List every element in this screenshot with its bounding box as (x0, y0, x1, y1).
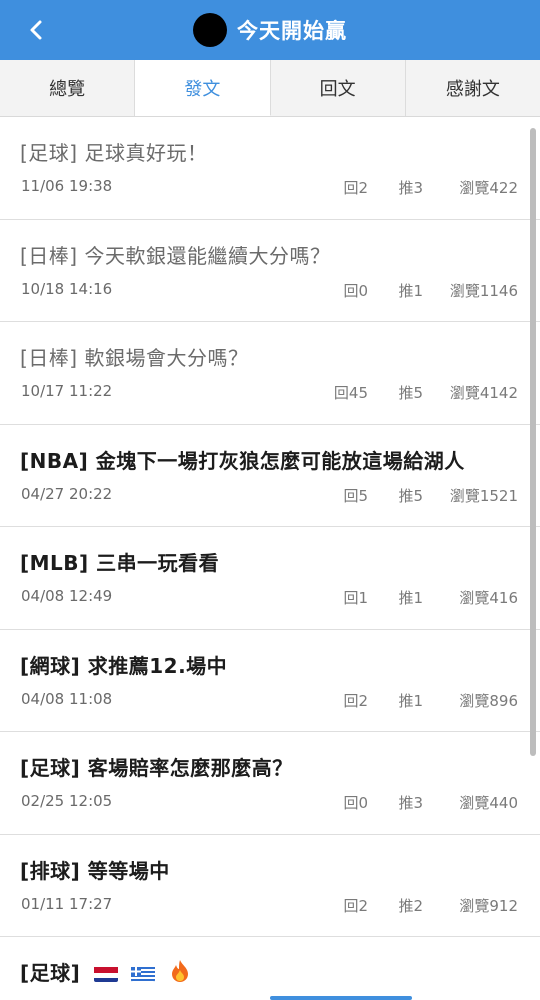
post-date: 11/06 19:38 (21, 177, 113, 195)
list-item[interactable]: [網球] 求推薦12.場中 04/08 11:08 回2 推1 瀏覽896 (0, 630, 540, 732)
post-title: [排球] 等等場中 (20, 858, 170, 883)
tab-overview[interactable]: 總覽 (0, 60, 136, 116)
reply-count: 回2 (343, 179, 368, 197)
post-title: [NBA] 金塊下一場打灰狼怎麼可能放這場給湖人 (20, 448, 465, 473)
post-stats: 回1 推1 瀏覽416 (320, 587, 518, 608)
post-date: 01/11 17:27 (21, 894, 113, 913)
like-count: 推2 (398, 896, 423, 915)
list-item[interactable]: [日棒] 軟銀場會大分嗎？ 10/17 11:22 回45 推5 瀏覽4142 (0, 322, 540, 425)
view-count: 瀏覽896 (459, 691, 518, 710)
post-date: 02/25 12:05 (21, 792, 113, 810)
list-item[interactable]: [NBA] 金塊下一場打灰狼怎麼可能放這場給湖人 04/27 20:22 回5 … (0, 425, 540, 527)
tab-posts[interactable]: 發文 (135, 60, 271, 116)
back-button[interactable] (20, 14, 52, 46)
post-title: [日棒] 今天軟銀還能繼續大分嗎？ (20, 243, 331, 268)
like-count: 推1 (398, 691, 423, 710)
view-count: 瀏覽422 (459, 179, 518, 197)
fire-icon (169, 959, 191, 988)
reply-count: 回45 (333, 384, 368, 402)
post-title: [足球] (20, 957, 191, 988)
list-item[interactable]: [排球] 等等場中 01/11 17:27 回2 推2 瀏覽912 (0, 835, 540, 937)
reply-count: 回5 (343, 486, 368, 505)
post-stats: 回0 推3 瀏覽440 (320, 792, 518, 813)
list-item[interactable]: [足球] 客場賠率怎麼那麼高？ 02/25 12:05 回0 推3 瀏覽440 (0, 732, 540, 835)
reply-count: 回1 (343, 589, 368, 607)
view-count: 瀏覽416 (459, 589, 518, 607)
like-count: 推3 (398, 794, 423, 812)
view-count: 瀏覽1146 (449, 281, 518, 300)
post-date: 04/08 12:49 (21, 587, 113, 605)
reply-count: 回0 (343, 794, 368, 812)
post-stats: 回45 推5 瀏覽4142 (320, 382, 518, 403)
like-count: 推1 (398, 281, 423, 300)
post-title: [日棒] 軟銀場會大分嗎？ (20, 346, 249, 370)
post-stats: 回2 推1 瀏覽896 (320, 690, 518, 711)
greece-flag-icon (131, 965, 156, 982)
tab-replies[interactable]: 回文 (271, 60, 406, 116)
scrollbar[interactable] (530, 128, 536, 756)
like-count: 推1 (398, 589, 423, 607)
list-item[interactable]: [日棒] 今天軟銀還能繼續大分嗎？ 10/18 14:16 回0 推1 瀏覽11… (0, 220, 540, 322)
list-item[interactable]: [足球] (0, 937, 540, 1000)
list-item[interactable]: [足球] 足球真好玩！ 11/06 19:38 回2 推3 瀏覽422 (0, 117, 540, 220)
post-title: [網球] 求推薦12.場中 (20, 653, 228, 678)
avatar (193, 13, 227, 47)
like-count: 推5 (398, 486, 423, 505)
post-title-text: [足球] (20, 961, 81, 985)
post-title: [MLB] 三串一玩看看 (20, 551, 220, 575)
post-title: [足球] 客場賠率怎麼那麼高？ (20, 756, 293, 780)
post-stats: 回0 推1 瀏覽1146 (320, 280, 518, 301)
list-item[interactable]: [MLB] 三串一玩看看 04/08 12:49 回1 推1 瀏覽416 (0, 527, 540, 630)
netherlands-flag-icon (93, 965, 118, 982)
reply-count: 回2 (343, 896, 368, 915)
tab-thanks[interactable]: 感謝文 (406, 60, 540, 116)
post-stats: 回2 推2 瀏覽912 (320, 895, 518, 916)
view-count: 瀏覽912 (459, 896, 518, 915)
view-count: 瀏覽1521 (449, 486, 518, 505)
post-date: 04/08 11:08 (21, 689, 113, 708)
view-count: 瀏覽4142 (449, 384, 518, 402)
reply-count: 回0 (343, 281, 368, 300)
tab-bar: 總覽 發文 回文 感謝文 (0, 60, 540, 117)
header-title-group: 今天開始贏 (193, 13, 347, 47)
home-indicator (270, 996, 412, 1000)
like-count: 推3 (398, 179, 423, 197)
reply-count: 回2 (343, 691, 368, 710)
post-date: 10/17 11:22 (21, 382, 113, 400)
like-count: 推5 (398, 384, 423, 402)
view-count: 瀏覽440 (459, 794, 518, 812)
post-list: [足球] 足球真好玩！ 11/06 19:38 回2 推3 瀏覽422 [日棒]… (0, 117, 540, 1000)
post-date: 10/18 14:16 (21, 279, 113, 298)
post-stats: 回5 推5 瀏覽1521 (320, 485, 518, 506)
chevron-left-icon (30, 20, 42, 40)
app-header: 今天開始贏 (0, 0, 540, 60)
page-title: 今天開始贏 (237, 19, 347, 43)
post-title: [足球] 足球真好玩！ (20, 141, 208, 165)
post-stats: 回2 推3 瀏覽422 (320, 177, 518, 198)
post-date: 04/27 20:22 (21, 484, 113, 503)
